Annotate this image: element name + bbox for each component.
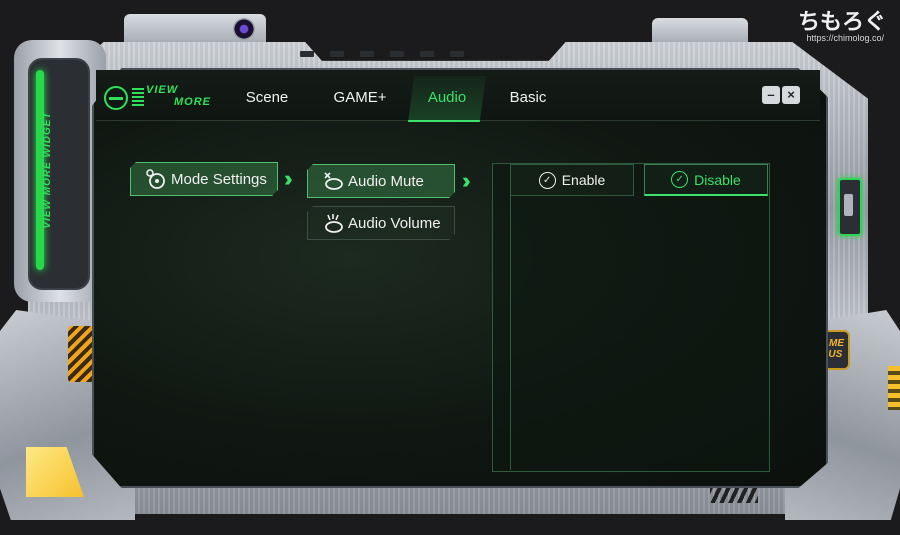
minimize-button[interactable]: – [762, 86, 780, 104]
logo-icon [104, 86, 128, 110]
logo-line1: VIEW [146, 84, 179, 96]
logo-line2: MORE [174, 96, 211, 108]
audio-mute-option[interactable]: Audio Mute [307, 164, 455, 198]
side-switch[interactable] [838, 178, 862, 236]
disable-label: Disable [694, 171, 741, 188]
logo-bars [132, 88, 144, 108]
mode-settings-label: Mode Settings [171, 170, 267, 188]
chevron-right-icon-2: ›› [462, 168, 470, 193]
audio-mute-label: Audio Mute [348, 172, 424, 190]
check-circle-icon: ✓ [671, 171, 689, 188]
tab-game-plus[interactable]: GAME+ [326, 76, 394, 120]
chevron-right-icon: ›› [284, 166, 292, 191]
toggle-panel [492, 163, 770, 472]
tab-scene[interactable]: Scene [236, 76, 298, 120]
tab-audio[interactable]: Audio [408, 76, 486, 122]
panel-divider [510, 195, 511, 470]
logo-text: VIEW MORE [146, 84, 224, 108]
gear-disc-icon [145, 168, 167, 190]
audio-volume-label: Audio Volume [348, 214, 441, 232]
check-circle-icon: ✓ [538, 171, 556, 189]
tab-basic[interactable]: Basic [498, 76, 558, 120]
side-label: VIEW MORE WIDGET [42, 111, 53, 229]
audio-volume-option[interactable]: Audio Volume [307, 206, 455, 240]
view-more-logo: VIEW MORE [104, 84, 224, 112]
top-vents [300, 44, 500, 57]
camera-icon [233, 18, 255, 40]
audio-mute-icon [322, 170, 344, 192]
enable-option[interactable]: ✓ Enable [510, 164, 634, 196]
site-watermark-url: https://chimolog.co/ [806, 33, 884, 43]
audio-volume-icon [322, 212, 344, 234]
disable-option[interactable]: ✓ Disable [644, 164, 768, 196]
enable-label: Enable [561, 172, 606, 188]
right-hatch-decoration [888, 366, 900, 410]
mode-settings-button[interactable]: Mode Settings [130, 162, 278, 196]
close-button[interactable]: × [782, 86, 800, 104]
site-watermark-title: ちもろぐ [797, 9, 886, 34]
